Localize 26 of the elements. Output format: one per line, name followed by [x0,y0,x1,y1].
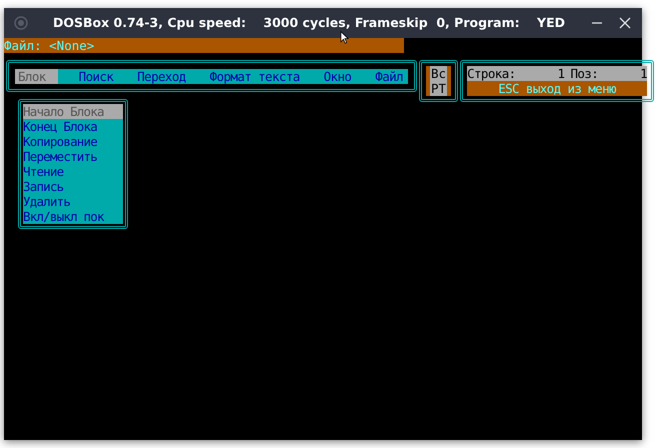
hint-text: ESC выход из меню [498,81,616,96]
dropdown-item[interactable]: Чтение [23,164,123,179]
line-label: Строка: [467,66,516,81]
menu-item[interactable]: Формат текста [206,69,303,84]
close-icon[interactable] [618,16,632,30]
menu-item[interactable]: Окно [320,69,354,84]
dropdown-item[interactable]: Удалить [23,194,123,209]
menu-item[interactable]: Поиск [76,69,116,84]
dropdown-item[interactable]: Конец Блока [23,119,123,134]
mode-text: Вс [430,66,448,81]
dropdown-item[interactable]: Вкл/выкл пок [23,209,123,224]
mouse-cursor-icon [340,31,349,44]
window-icon [14,16,28,30]
window-title: DOSBox 0.74-3, Cpu speed: 3000 cycles, Frameskip 0, Program: YED [52,16,566,30]
menu-item[interactable]: Файл [372,69,406,84]
position-value: 1 [639,66,648,81]
dropdown-item[interactable]: Запись [23,179,123,194]
menu-item[interactable]: Переход [134,69,189,84]
mode-text: РТ [430,81,448,96]
menu-item[interactable]: Блок [15,69,58,84]
line-value: 1 [556,66,564,81]
file-name-text: Файл: <None> [4,38,94,53]
dropdown-item[interactable]: Начало Блока [23,104,123,119]
dropdown-item[interactable]: Переместить [23,149,123,164]
dropdown-item[interactable]: Копирование [23,134,123,149]
position-label: Поз: [570,66,598,81]
